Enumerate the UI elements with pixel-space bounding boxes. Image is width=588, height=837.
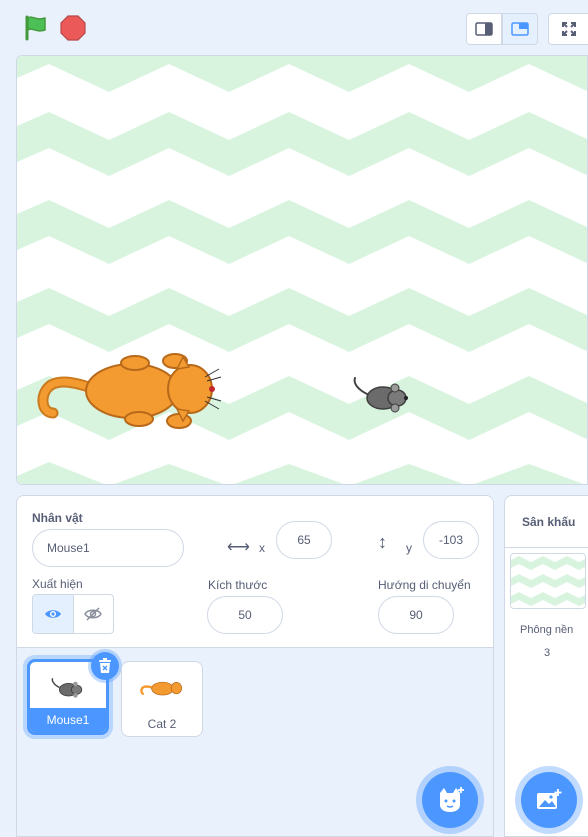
show-label: Xuất hiện: [32, 577, 83, 591]
delete-sprite-button[interactable]: [91, 652, 119, 680]
visibility-toggle: [32, 594, 114, 634]
fullscreen-icon: [561, 22, 576, 36]
add-sprite-button[interactable]: [422, 772, 478, 828]
cat-sprite[interactable]: [37, 341, 222, 436]
size-label: Kích thước: [208, 578, 268, 592]
sprite-name-input[interactable]: Mouse1: [32, 529, 184, 567]
hide-button[interactable]: [74, 595, 114, 633]
stage-canvas[interactable]: [16, 55, 588, 485]
small-stage-button[interactable]: [466, 13, 502, 45]
sprite-pane: Nhân vật Mouse1 ⟷ x 65 ↕ y -103 Xuất hiệ…: [16, 495, 494, 837]
backdrops-label: Phông nền: [520, 624, 574, 636]
y-input[interactable]: -103: [423, 521, 479, 559]
fullscreen-button[interactable]: [548, 13, 588, 45]
x-input[interactable]: 65: [276, 521, 332, 559]
sprite-tile-name: Cat 2: [147, 717, 177, 731]
green-flag-icon[interactable]: [22, 14, 50, 42]
stage-controls-bar: [0, 0, 588, 55]
add-backdrop-button[interactable]: [521, 772, 577, 828]
stop-icon[interactable]: [60, 15, 86, 41]
eye-icon: [44, 610, 61, 618]
size-input[interactable]: 50: [207, 596, 283, 634]
cat-thumbnail-icon: [140, 681, 182, 696]
backdrop-thumbnail[interactable]: [510, 553, 586, 609]
eye-slash-icon: [84, 607, 103, 621]
add-backdrop-icon: [537, 789, 562, 809]
mouse-sprite[interactable]: [349, 374, 415, 416]
stage-pane-title: Sân khấu: [505, 496, 588, 548]
sprite-tile-name: Mouse1: [30, 708, 106, 732]
backdrop-preview: [511, 554, 585, 608]
add-sprite-cat-icon: [440, 787, 464, 812]
mouse-thumbnail-icon: [51, 678, 83, 698]
stage-target-pane[interactable]: Sân khấu Phông nền 3: [504, 495, 588, 837]
normal-stage-icon: [511, 22, 529, 36]
x-label: x: [259, 541, 265, 555]
vertical-arrows-icon: ↕: [378, 532, 387, 552]
normal-stage-button[interactable]: [502, 13, 538, 45]
y-label: y: [406, 541, 412, 555]
show-button[interactable]: [33, 595, 74, 633]
direction-label: Hướng di chuyển: [378, 578, 471, 592]
trash-icon: [99, 658, 111, 673]
sprite-tile-cat2[interactable]: Cat 2: [121, 661, 203, 737]
sprite-info-panel: Nhân vật Mouse1 ⟷ x 65 ↕ y -103 Xuất hiệ…: [17, 496, 493, 648]
horizontal-arrows-icon: ⟷: [227, 539, 250, 556]
small-stage-icon: [475, 22, 493, 36]
backdrops-count: 3: [544, 647, 551, 659]
sprite-label: Nhân vật: [32, 511, 83, 525]
direction-input[interactable]: 90: [378, 596, 454, 634]
sprite-thumbnail: [122, 662, 202, 714]
